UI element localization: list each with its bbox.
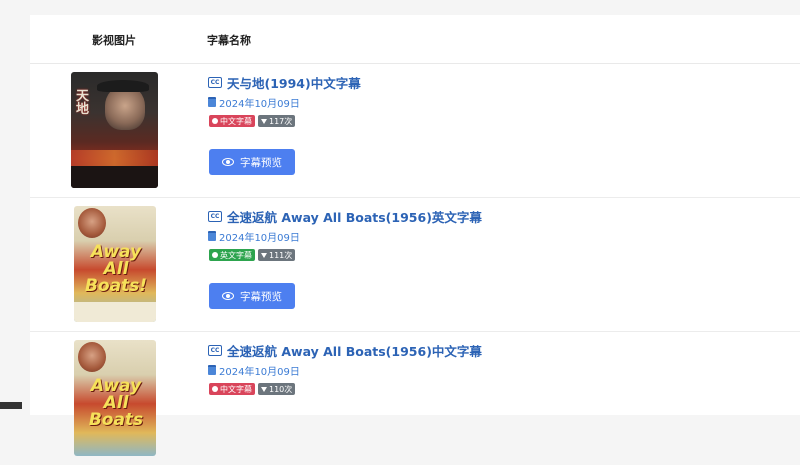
eye-icon [222,292,234,300]
preview-button[interactable]: 字幕预览 [209,283,295,309]
language-label: 中文字幕 [220,384,252,394]
cc-icon: CC [208,344,222,356]
download-count-badge: 110次 [258,383,296,395]
table-row: Away All Boats! CC 全速返航 Away All Boats(1… [30,197,800,332]
download-icon [261,118,267,124]
download-icon [261,252,267,258]
cc-icon: CC [208,76,222,88]
globe-icon [212,252,218,258]
subtitle-table: 影视图片 字幕名称 天地 CC 天与地(1994)中文字幕 2024年10月09… [30,15,800,456]
poster-title-text: Away All Boats! [84,242,148,296]
subtitle-title[interactable]: 天与地(1994)中文字幕 [227,73,361,92]
header-name: 字幕名称 [207,34,251,47]
language-badge: 英文字幕 [209,249,255,261]
poster-image[interactable]: Away All Boats! [74,206,156,322]
header-poster: 影视图片 [92,34,136,47]
table-row: 天地 CC 天与地(1994)中文字幕 2024年10月09日 中文字幕 117… [30,63,800,198]
table-row: Away All Boats CC 全速返航 Away All Boats(19… [30,331,800,465]
subtitle-title-link[interactable]: CC 全速返航 Away All Boats(1956)英文字幕 [208,207,482,225]
preview-button[interactable]: 字幕预览 [209,149,295,175]
calendar-icon [208,97,216,107]
download-count: 117次 [269,116,293,126]
download-count-badge: 117次 [258,115,296,127]
date-line: 2024年10月09日 [208,363,300,378]
subtitle-title-link[interactable]: CC 全速返航 Away All Boats(1956)中文字幕 [208,341,482,359]
globe-icon [212,386,218,392]
date-line: 2024年10月09日 [208,229,300,244]
poster-title-text: 天地 [76,89,90,117]
language-label: 中文字幕 [220,116,252,126]
upload-date: 2024年10月09日 [219,232,300,244]
cc-icon: CC [208,210,222,222]
download-count: 110次 [269,384,293,394]
download-icon [261,386,267,392]
eye-icon [222,158,234,166]
download-count: 111次 [269,250,293,260]
subtitle-title[interactable]: 全速返航 Away All Boats(1956)英文字幕 [227,207,482,226]
preview-button-label: 字幕预览 [240,156,282,169]
calendar-icon [208,231,216,241]
badge-group: 英文字幕 111次 [209,249,296,261]
upload-date: 2024年10月09日 [219,366,300,378]
language-badge: 中文字幕 [209,383,255,395]
subtitle-title[interactable]: 全速返航 Away All Boats(1956)中文字幕 [227,341,482,360]
upload-date: 2024年10月09日 [219,98,300,110]
poster-image[interactable]: Away All Boats [74,340,156,456]
poster-image[interactable]: 天地 [71,72,158,188]
badge-group: 中文字幕 117次 [209,115,296,127]
poster-title-text: Away All Boats [88,376,144,430]
language-badge: 中文字幕 [209,115,255,127]
badge-group: 中文字幕 110次 [209,383,296,395]
date-line: 2024年10月09日 [208,95,300,110]
corner-tab[interactable] [0,402,22,409]
download-count-badge: 111次 [258,249,296,261]
preview-button-label: 字幕预览 [240,290,282,303]
language-label: 英文字幕 [220,250,252,260]
calendar-icon [208,365,216,375]
globe-icon [212,118,218,124]
table-header: 影视图片 字幕名称 [30,15,800,64]
subtitle-title-link[interactable]: CC 天与地(1994)中文字幕 [208,73,361,91]
